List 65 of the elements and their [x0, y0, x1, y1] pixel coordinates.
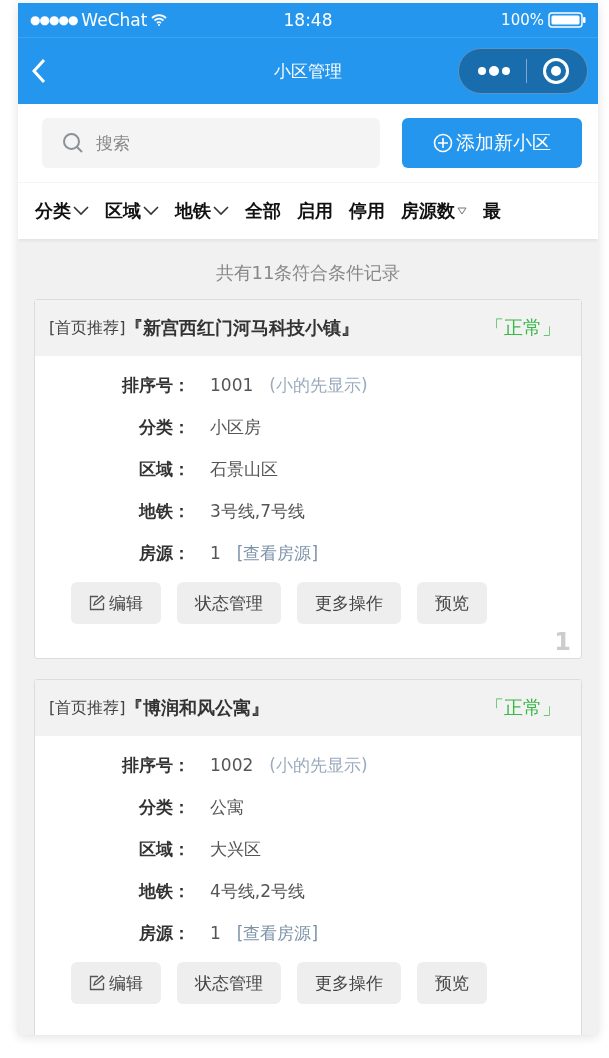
field-label: 分类： — [138, 415, 190, 439]
record-count: 共有11条符合条件记录 — [214, 261, 402, 285]
field-label: 区域： — [138, 837, 190, 861]
search-field[interactable]: 搜索 — [42, 118, 380, 168]
action-button[interactable]: 预览 — [417, 962, 487, 1004]
capsule-menu[interactable] — [458, 48, 588, 94]
field-value: 1 — [210, 543, 221, 563]
filter-tab[interactable]: 最 — [480, 199, 504, 223]
field-value: 小区房 — [210, 415, 261, 439]
field-hint: (小的先显示) — [269, 753, 368, 777]
filter-tab[interactable]: 启用 — [294, 199, 336, 223]
community-name: 『博润和风公寓』 — [125, 696, 270, 720]
page-title: 小区管理 — [274, 59, 342, 83]
filter-tab[interactable]: 全部 — [242, 199, 284, 223]
field-value: 公寓 — [210, 795, 244, 819]
action-button[interactable]: 状态管理 — [177, 582, 281, 624]
field-label: 地铁： — [137, 499, 190, 523]
more-icon[interactable] — [476, 64, 513, 78]
recommend-tag: [首页推荐] — [49, 317, 126, 339]
battery-icon — [548, 12, 586, 28]
field-value: 大兴区 — [210, 837, 261, 861]
action-button[interactable]: 状态管理 — [177, 962, 281, 1004]
back-icon[interactable] — [32, 58, 46, 84]
field-value: 石景山区 — [210, 457, 278, 481]
field-value: 3号线,7号线 — [210, 499, 306, 523]
field-value: 1002 — [210, 755, 254, 775]
plus-circle-icon — [433, 133, 453, 153]
edit-icon — [89, 975, 105, 991]
carrier-name: WeChat — [81, 10, 148, 30]
chevron-down-icon — [213, 206, 229, 216]
action-button[interactable]: 预览 — [417, 582, 487, 624]
filter-tab[interactable]: 区域 — [102, 199, 162, 223]
status-label: 「正常」 — [485, 695, 561, 720]
community-name: 『新宫西红门河马科技小镇』 — [125, 316, 360, 340]
signal-dots: ●●●●● — [30, 13, 78, 27]
filter-tab[interactable]: 房源数 — [398, 199, 470, 223]
field-value: 4号线,2号线 — [210, 879, 306, 903]
field-label: 排序号： — [120, 373, 190, 397]
filter-tab[interactable]: 停用 — [346, 199, 388, 223]
filter-tab[interactable]: 分类 — [32, 199, 92, 223]
action-button[interactable]: 更多操作 — [297, 962, 401, 1004]
action-button[interactable]: 编辑 — [71, 962, 161, 1004]
filter-tab[interactable]: 地铁 — [172, 199, 232, 223]
chevron-down-icon — [73, 206, 89, 216]
field-label: 排序号： — [120, 753, 190, 777]
close-target-icon[interactable] — [541, 57, 570, 85]
clock-time: 18:48 — [283, 10, 333, 30]
field-hint: (小的先显示) — [269, 373, 368, 397]
field-label: 分类： — [138, 795, 190, 819]
field-label: 地铁： — [137, 879, 190, 903]
battery-percent: 100% — [501, 11, 544, 29]
search-icon — [62, 132, 84, 154]
edit-icon — [89, 595, 105, 611]
field-label: 区域： — [138, 457, 190, 481]
wifi-icon — [151, 14, 168, 26]
field-label: 房源： — [138, 921, 190, 945]
field-value: 1001 — [210, 375, 254, 395]
field-label: 房源： — [138, 541, 190, 565]
action-button[interactable]: 更多操作 — [297, 582, 401, 624]
field-value: 1 — [210, 923, 221, 943]
chevron-down-icon — [143, 206, 159, 216]
recommend-tag: [首页推荐] — [49, 697, 126, 719]
status-label: 「正常」 — [485, 315, 561, 340]
sort-triangle-icon — [457, 207, 467, 215]
action-button[interactable]: 编辑 — [71, 582, 161, 624]
